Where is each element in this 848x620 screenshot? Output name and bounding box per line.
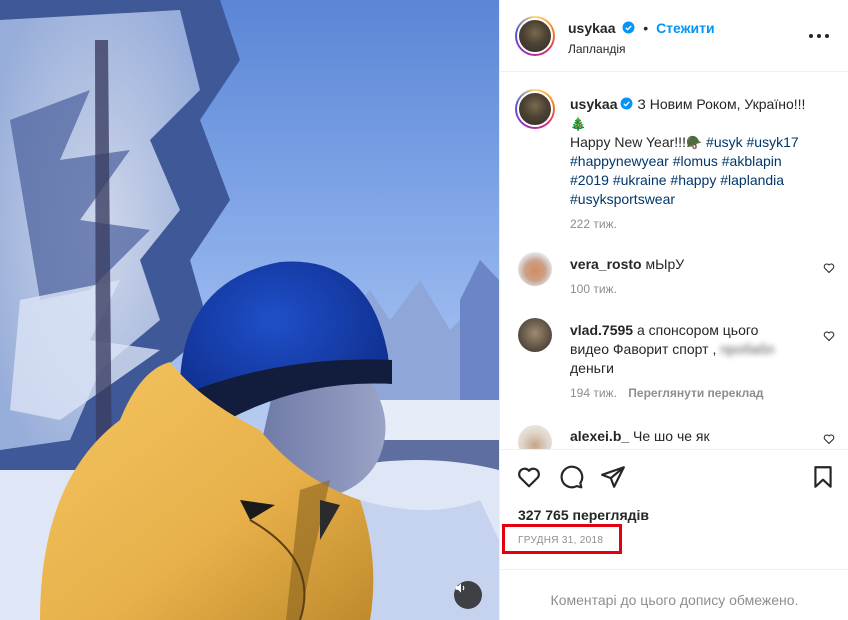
post-header: usykaa • Стежити Лапландія — [500, 0, 848, 72]
comment-avatar[interactable] — [518, 425, 552, 449]
video-frame — [0, 0, 499, 620]
comment-text: Че шо че як — [633, 428, 710, 444]
caption-text-1: З Новим Роком, Україно!!! — [637, 96, 806, 112]
caption-text-2: Happy New Year!!! — [570, 134, 686, 150]
hashtags-4[interactable]: #usyksportswear — [570, 191, 675, 207]
comment-avatar[interactable] — [518, 252, 552, 286]
post-location[interactable]: Лапландія — [568, 42, 626, 56]
verified-icon — [621, 97, 633, 110]
bookmark-icon[interactable] — [810, 464, 836, 490]
caption-avatar[interactable] — [515, 89, 555, 129]
post-actions: 327 765 переглядів ГРУДНЯ 31, 2018 — [500, 449, 848, 569]
speaker-icon — [455, 583, 465, 593]
post-panel: usykaa • Стежити Лапландія usykaa З Нови… — [499, 0, 848, 620]
more-icon[interactable] — [807, 28, 831, 44]
separator-dot: • — [643, 20, 649, 36]
comment-item: alexei.b_ Че шо че як — [570, 428, 810, 444]
post-video[interactable] — [0, 0, 499, 620]
tree-emoji: 🎄 — [570, 116, 587, 131]
heart-icon[interactable] — [516, 464, 542, 490]
hashtags-3[interactable]: #2019 #ukraine #happy #laplandia — [570, 172, 784, 188]
comment-text-1: а спонсором цього — [636, 322, 759, 338]
comment-like-icon[interactable] — [823, 330, 835, 342]
translate-link[interactable]: Переглянути переклад — [628, 386, 763, 400]
comment-time[interactable]: 100 тиж. — [570, 282, 810, 296]
comments-list[interactable]: usykaa З Новим Роком, Україно!!! 🎄 Happy… — [500, 73, 848, 449]
comment-author[interactable]: vlad.7595 — [570, 322, 633, 338]
comment-author[interactable]: alexei.b_ — [570, 428, 629, 444]
comment-item: vera_rosto мЫрУ 100 тиж. — [570, 256, 810, 296]
verified-icon — [622, 21, 635, 34]
caption-time[interactable]: 222 тиж. — [570, 215, 835, 234]
follow-button[interactable]: Стежити — [656, 20, 715, 36]
caption: usykaa З Новим Роком, Україно!!! 🎄 Happy… — [570, 95, 835, 234]
views-count[interactable]: 327 765 переглядів — [518, 507, 649, 523]
comment-blurred-word: пробабл — [720, 341, 775, 357]
comment-avatar[interactable] — [518, 318, 552, 352]
helmet-emoji: 🪖 — [685, 135, 703, 150]
share-icon[interactable] — [600, 464, 626, 490]
author-avatar[interactable] — [515, 16, 555, 56]
comment-time[interactable]: 194 тиж. — [570, 386, 617, 400]
author-row: usykaa • Стежити — [568, 20, 715, 36]
hashtags-1[interactable]: #usyk #usyk17 — [706, 134, 799, 150]
author-name[interactable]: usykaa — [568, 20, 615, 36]
comment-like-icon[interactable] — [823, 433, 835, 445]
comment-like-icon[interactable] — [823, 262, 835, 274]
comment-text: мЫрУ — [645, 256, 685, 272]
comment-text-2: видео Фаворит спорт , — [570, 341, 717, 357]
caption-author[interactable]: usykaa — [570, 96, 617, 112]
mute-button[interactable] — [454, 581, 482, 609]
comment-item: vlad.7595 а спонсором цього видео Фавори… — [570, 321, 815, 403]
post-date[interactable]: ГРУДНЯ 31, 2018 — [518, 535, 603, 546]
comment-icon[interactable] — [558, 464, 584, 490]
comment-text-3: деньги — [570, 360, 614, 376]
comments-disabled-notice: Коментарі до цього допису обмежено. — [500, 569, 848, 620]
hashtags-2[interactable]: #happynewyear #lomus #akblapin — [570, 153, 782, 169]
comment-meta: 194 тиж. Переглянути переклад — [570, 384, 815, 403]
comment-author[interactable]: vera_rosto — [570, 256, 642, 272]
